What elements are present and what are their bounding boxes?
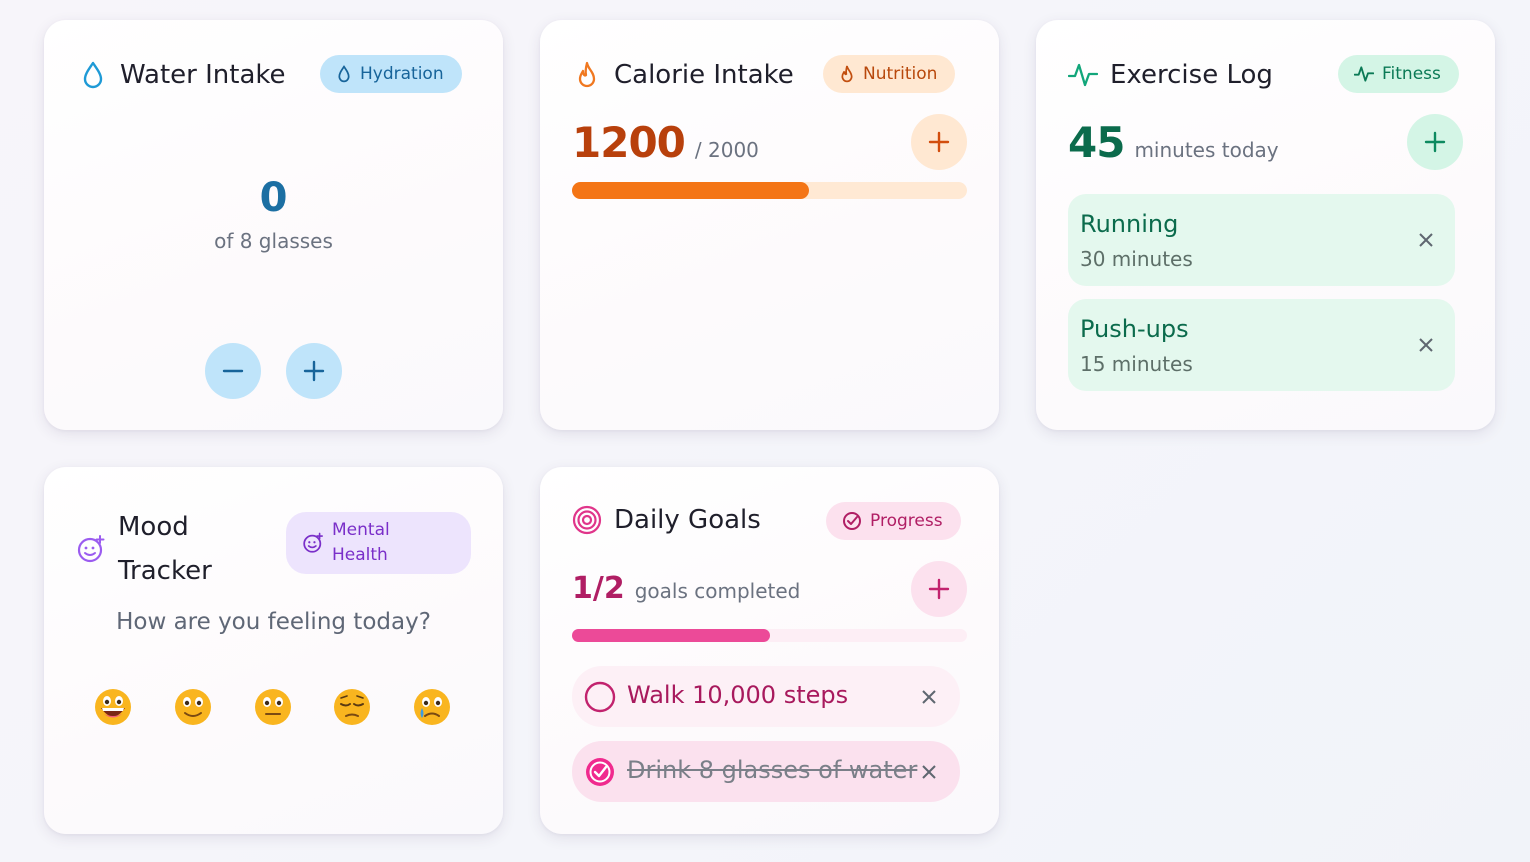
exercise-item-name: Running: [1080, 210, 1179, 238]
mood-tracker-card: Mood Tracker Mental Health How are you f…: [44, 467, 503, 834]
mood-title-line2: Tracker: [118, 556, 212, 586]
increase-water-button[interactable]: [286, 343, 342, 399]
decrease-water-button[interactable]: [205, 343, 261, 399]
smile-plus-icon: [76, 534, 106, 564]
nutrition-badge: Nutrition: [823, 55, 956, 93]
exercise-item-duration: 15 minutes: [1080, 352, 1193, 376]
calorie-count-row: 1200 / 2000: [572, 118, 759, 167]
water-intake-card: Water Intake Hydration 0 of 8 glasses: [44, 20, 503, 430]
exercise-card-title: Exercise Log: [1110, 60, 1273, 90]
calorie-progress-fill: [572, 182, 809, 199]
close-icon: [922, 690, 936, 704]
water-drop-icon: [338, 65, 350, 83]
empty-circle-icon[interactable]: [584, 681, 616, 713]
goals-progress-fill: [572, 629, 770, 642]
flame-icon: [841, 65, 853, 83]
pensive-face-emoji[interactable]: [332, 687, 372, 727]
goals-completed: 1/2: [572, 571, 625, 606]
exercise-item: Push-ups 15 minutes: [1068, 299, 1455, 391]
exercise-log-card: Exercise Log Fitness 45 minutes today Ru…: [1036, 20, 1495, 430]
progress-badge: Progress: [826, 502, 961, 540]
water-glass-count: 0: [259, 175, 288, 221]
add-calorie-button[interactable]: [911, 114, 967, 170]
calorie-current: 1200: [572, 118, 686, 167]
close-icon: [1419, 233, 1433, 247]
goals-card-header: Daily Goals: [572, 505, 761, 535]
mood-card-title: Mood Tracker: [118, 505, 212, 593]
neutral-face-emoji[interactable]: [253, 687, 293, 727]
badge-label-line1: Mental: [332, 520, 390, 540]
hydration-badge: Hydration: [320, 55, 462, 93]
plus-icon: [928, 578, 950, 600]
check-circle-icon[interactable]: [584, 756, 616, 788]
progress-badge-label: Progress: [870, 511, 943, 531]
mood-title-line1: Mood: [118, 512, 189, 542]
nutrition-badge-label: Nutrition: [863, 64, 938, 84]
goal-item-text: Walk 10,000 steps: [627, 681, 849, 709]
remove-exercise-button[interactable]: [1412, 226, 1440, 254]
fitness-badge-label: Fitness: [1382, 64, 1441, 84]
mental-health-badge: Mental Health: [286, 512, 471, 574]
remove-goal-button[interactable]: [915, 758, 943, 786]
remove-goal-button[interactable]: [915, 683, 943, 711]
exercise-card-header: Exercise Log: [1068, 60, 1273, 90]
mood-card-header: Mood Tracker: [76, 505, 212, 593]
crying-face-emoji[interactable]: [412, 687, 452, 727]
exercise-minutes-label: minutes today: [1134, 138, 1279, 162]
exercise-item: Running 30 minutes: [1068, 194, 1455, 286]
hydration-badge-label: Hydration: [360, 64, 444, 84]
water-goal-label: of 8 glasses: [214, 229, 333, 253]
water-card-title: Water Intake: [120, 60, 286, 90]
remove-exercise-button[interactable]: [1412, 331, 1440, 359]
smiling-face-emoji[interactable]: [173, 687, 213, 727]
calorie-card-title: Calorie Intake: [614, 60, 794, 90]
mood-question: How are you feeling today?: [116, 609, 431, 635]
daily-goals-card: Daily Goals Progress 1/2 goals completed…: [540, 467, 999, 834]
check-circle-icon: [843, 512, 861, 530]
goals-completed-label: goals completed: [634, 579, 801, 603]
exercise-item-duration: 30 minutes: [1080, 247, 1193, 271]
water-drop-icon: [78, 60, 108, 90]
goal-item: Drink 8 glasses of water: [572, 741, 960, 802]
mental-health-badge-label: Mental Health: [332, 518, 390, 568]
goals-count-row: 1/2 goals completed: [572, 571, 800, 606]
calorie-intake-card: Calorie Intake Nutrition 1200 / 2000: [540, 20, 999, 430]
close-icon: [1419, 338, 1433, 352]
activity-pulse-icon: [1068, 60, 1098, 90]
smile-plus-icon: [303, 532, 323, 553]
plus-icon: [1424, 131, 1446, 153]
exercise-item-name: Push-ups: [1080, 315, 1189, 343]
badge-label-line2: Health: [332, 545, 388, 565]
close-icon: [922, 765, 936, 779]
goal-item-text: Drink 8 glasses of water: [627, 756, 918, 784]
goals-card-title: Daily Goals: [614, 505, 761, 535]
add-exercise-button[interactable]: [1407, 114, 1463, 170]
calorie-goal: / 2000: [694, 138, 759, 162]
plus-icon: [303, 360, 325, 382]
minus-icon: [222, 369, 244, 373]
add-goal-button[interactable]: [911, 561, 967, 617]
target-icon: [572, 505, 602, 535]
calorie-card-header: Calorie Intake: [572, 60, 794, 90]
exercise-minutes: 45: [1068, 118, 1125, 167]
exercise-minutes-row: 45 minutes today: [1068, 118, 1279, 167]
activity-pulse-icon: [1354, 66, 1374, 82]
grinning-face-emoji[interactable]: [93, 687, 133, 727]
water-card-header: Water Intake: [78, 60, 286, 90]
calorie-progress-bar: [572, 182, 967, 199]
plus-icon: [928, 131, 950, 153]
flame-icon: [572, 60, 602, 90]
goal-item: Walk 10,000 steps: [572, 666, 960, 727]
goals-progress-bar: [572, 629, 967, 642]
fitness-badge: Fitness: [1338, 55, 1459, 93]
